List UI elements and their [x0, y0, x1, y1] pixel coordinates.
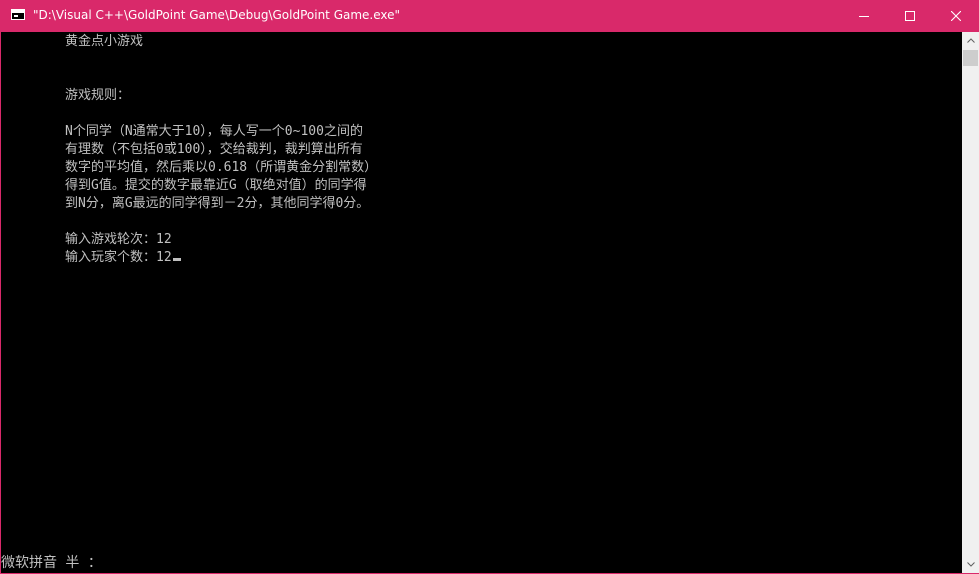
text-cursor [172, 258, 181, 261]
scroll-down-button[interactable] [962, 556, 979, 573]
maximize-button[interactable] [887, 0, 933, 32]
scroll-up-button[interactable] [962, 32, 979, 49]
close-button[interactable] [933, 0, 979, 32]
console-line: 得到G值。提交的数字最靠近G（取绝对值）的同学得 [65, 178, 367, 193]
window-title: "D:\Visual C++\GoldPoint Game\Debug\Gold… [33, 8, 401, 22]
console-line-text: 输入玩家个数：12 [65, 250, 172, 265]
scrollbar-thumb[interactable] [963, 50, 978, 66]
close-icon [951, 11, 961, 21]
console-line: 数字的平均值，然后乘以0.618（所谓黄金分割常数） [65, 160, 378, 175]
title-bar[interactable]: "D:\Visual C++\GoldPoint Game\Debug\Gold… [1, 0, 979, 32]
console-line: 输入游戏轮次：12 [65, 232, 172, 247]
console-app-icon[interactable] [11, 9, 25, 20]
console-line: N个同学（N通常大于10），每人写一个0~100之间的 [65, 124, 363, 139]
vertical-scrollbar[interactable] [962, 32, 979, 573]
console-line: 黄金点小游戏 [65, 34, 144, 49]
console-line: 到N分，离G最远的同学得到－2分，其他同学得0分。 [65, 196, 370, 211]
maximize-icon [905, 11, 915, 21]
console-output[interactable]: 黄金点小游戏 游戏规则： N个同学（N通常大于10），每人写一个0~100之间的… [1, 32, 961, 573]
console-input-line[interactable]: 输入玩家个数：12 [65, 249, 181, 267]
chevron-down-icon [966, 562, 975, 567]
console-line: 有理数（不包括0或100），交给裁判，裁判算出所有 [65, 142, 363, 157]
minimize-icon [859, 16, 869, 17]
ime-status-bar: 微软拼音 半 ： [1, 555, 102, 571]
minimize-button[interactable] [841, 0, 887, 32]
chevron-up-icon [966, 38, 975, 43]
console-line: 游戏规则： [65, 88, 131, 103]
console-window: "D:\Visual C++\GoldPoint Game\Debug\Gold… [0, 0, 979, 574]
